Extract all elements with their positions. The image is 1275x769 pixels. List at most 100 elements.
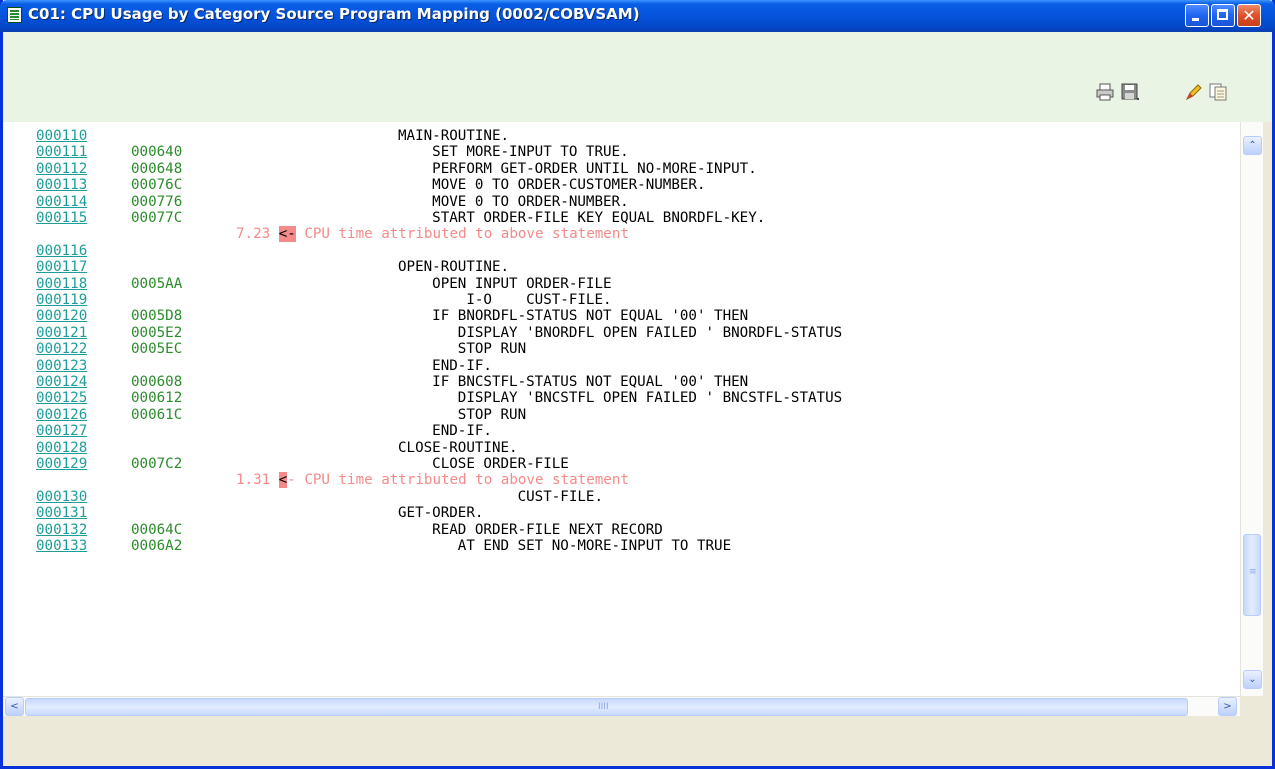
line-number-link[interactable]: 000132 [36, 522, 87, 538]
offset-address: 0005AA [131, 275, 183, 292]
source-statement: READ ORDER-FILE NEXT RECORD [398, 521, 663, 538]
close-button[interactable]: ✕ [1237, 4, 1261, 27]
line-number-link[interactable]: 000131 [36, 505, 87, 521]
source-statement: CLOSE ORDER-FILE [398, 456, 569, 472]
line-number-link[interactable]: 000120 [36, 308, 87, 324]
maximize-button[interactable] [1211, 4, 1235, 27]
offset-address: 000648 [131, 160, 183, 177]
grip-icon: IIII [598, 702, 609, 712]
window-title: C01: CPU Usage by Category Source Progra… [28, 5, 640, 23]
vertical-scrollbar[interactable]: ⌃ ≡ ⌄ [1240, 122, 1263, 696]
line-number-link[interactable]: 000118 [36, 276, 87, 292]
line-number-link[interactable]: 000126 [36, 407, 87, 423]
chevron-up-icon: ⌃ [1248, 140, 1257, 151]
source-statement: I-O CUST-FILE. [398, 292, 612, 308]
source-statement: PERFORM GET-ORDER UNTIL NO-MORE-INPUT. [398, 160, 757, 177]
offset-address: 0006A2 [131, 538, 183, 554]
offset-address: 0007C2 [131, 456, 183, 472]
line-number-link[interactable]: 000123 [36, 358, 87, 374]
source-statement: OPEN INPUT ORDER-FILE [398, 275, 612, 292]
line-number-link[interactable]: 000112 [36, 161, 87, 177]
source-statement: CLOSE-ROUTINE. [398, 439, 518, 456]
scroll-down-button[interactable]: ⌄ [1243, 670, 1262, 689]
source-statement: END-IF. [398, 357, 492, 374]
offset-address: 00076C [131, 177, 183, 194]
print-icon[interactable] [1095, 82, 1115, 102]
cpu-time-value: 7.23 [236, 226, 271, 243]
source-statement: CUST-FILE. [398, 488, 603, 505]
app-window: C01: CPU Usage by Category Source Progra… [0, 0, 1275, 769]
source-statement: MOVE 0 TO ORDER-NUMBER. [398, 193, 629, 210]
cpu-arrow-marker: <- [278, 226, 296, 243]
source-statement: DISPLAY 'BNCSTFL OPEN FAILED ' BNCSTFL-S… [398, 390, 843, 407]
cpu-annotation-text: CPU time attributed to above statement [295, 226, 629, 243]
source-statement: AT END SET NO-MORE-INPUT TO TRUE [398, 538, 732, 554]
line-number-link[interactable]: 000110 [36, 128, 87, 144]
scrollbar-corner [1240, 696, 1262, 716]
horizontal-scrollbar[interactable]: < IIII > [3, 696, 1240, 717]
document-icon [7, 7, 22, 23]
horizontal-scroll-thumb[interactable]: IIII [25, 698, 1188, 716]
cpu-annotation: 1.31 <- CPU time attributed to above sta… [236, 472, 629, 489]
source-statement: DISPLAY 'BNORDFL OPEN FAILED ' BNORDFL-S… [398, 324, 843, 341]
copy-icon[interactable] [1208, 82, 1228, 102]
source-statement: SET MORE-INPUT TO TRUE. [398, 144, 629, 161]
source-statement: START ORDER-FILE KEY EQUAL BNORDFL-KEY. [398, 210, 766, 226]
offset-address: 0005EC [131, 341, 183, 358]
offset-address: 000608 [131, 374, 183, 390]
source-statement: MAIN-ROUTINE. [398, 128, 510, 144]
grip-icon: ≡ [1249, 567, 1257, 577]
line-number-link[interactable]: 000111 [36, 144, 87, 160]
line-number-link[interactable]: 000117 [36, 259, 87, 275]
line-number-link[interactable]: 000116 [36, 243, 87, 259]
offset-address: 00064C [131, 521, 183, 538]
offset-address: 0005D8 [131, 308, 183, 325]
scroll-left-button[interactable]: < [5, 697, 24, 716]
line-number-link[interactable]: 000113 [36, 177, 87, 193]
offset-address: 00061C [131, 406, 183, 423]
line-number-link[interactable]: 000122 [36, 341, 87, 357]
chevron-left-icon: < [10, 701, 19, 712]
cpu-arrow-marker: < [278, 472, 288, 489]
line-number-link[interactable]: 000114 [36, 194, 87, 210]
vertical-scroll-thumb[interactable]: ≡ [1243, 534, 1261, 616]
source-statement: MOVE 0 TO ORDER-CUSTOMER-NUMBER. [398, 177, 706, 194]
line-number-link[interactable]: 000125 [36, 390, 87, 406]
line-number-link[interactable]: 000130 [36, 489, 87, 505]
close-icon: ✕ [1242, 6, 1256, 25]
line-number-link[interactable]: 000115 [36, 210, 87, 226]
save-icon[interactable] [1120, 82, 1140, 102]
offset-address: 000612 [131, 390, 183, 407]
line-number-link[interactable]: 000127 [36, 423, 87, 439]
source-statement: END-IF. [398, 423, 492, 440]
line-number-link[interactable]: 000119 [36, 292, 87, 308]
source-statement: IF BNORDFL-STATUS NOT EQUAL '00' THEN [398, 308, 749, 325]
highlight-icon[interactable] [1184, 82, 1204, 102]
status-bar [3, 716, 1272, 766]
cpu-time-value: 1.31 [236, 472, 271, 489]
source-statement: STOP RUN [398, 406, 527, 423]
chevron-right-icon: > [1223, 701, 1232, 712]
line-number-link[interactable]: 000124 [36, 374, 87, 390]
source-listing[interactable]: 000110 MAIN-ROUTINE. 000111 000640 SET MORE… [3, 122, 1240, 696]
cpu-annotation-text: - CPU time attributed to above statement [287, 472, 629, 489]
source-statement: GET-ORDER. [398, 505, 484, 522]
offset-address: 00077C [131, 210, 183, 226]
toolbar [3, 32, 1272, 122]
title-bar[interactable]: C01: CPU Usage by Category Source Progra… [0, 0, 1275, 32]
offset-address: 000640 [131, 144, 183, 161]
source-statement: STOP RUN [398, 341, 527, 358]
line-number-link[interactable]: 000121 [36, 325, 87, 341]
scroll-up-button[interactable]: ⌃ [1243, 136, 1262, 155]
line-number-link[interactable]: 000133 [36, 538, 87, 554]
cpu-annotation: 7.23 <- CPU time attributed to above sta… [236, 226, 629, 243]
minimize-button[interactable] [1185, 4, 1209, 27]
scroll-right-button[interactable]: > [1218, 697, 1237, 716]
source-statement: OPEN-ROUTINE. [398, 259, 510, 276]
offset-address: 0005E2 [131, 324, 183, 341]
source-statement: IF BNCSTFL-STATUS NOT EQUAL '00' THEN [398, 374, 749, 390]
line-number-link[interactable]: 000128 [36, 440, 87, 456]
line-number-link[interactable]: 000129 [36, 456, 87, 472]
offset-address: 000776 [131, 193, 183, 210]
chevron-down-icon: ⌄ [1248, 674, 1257, 685]
